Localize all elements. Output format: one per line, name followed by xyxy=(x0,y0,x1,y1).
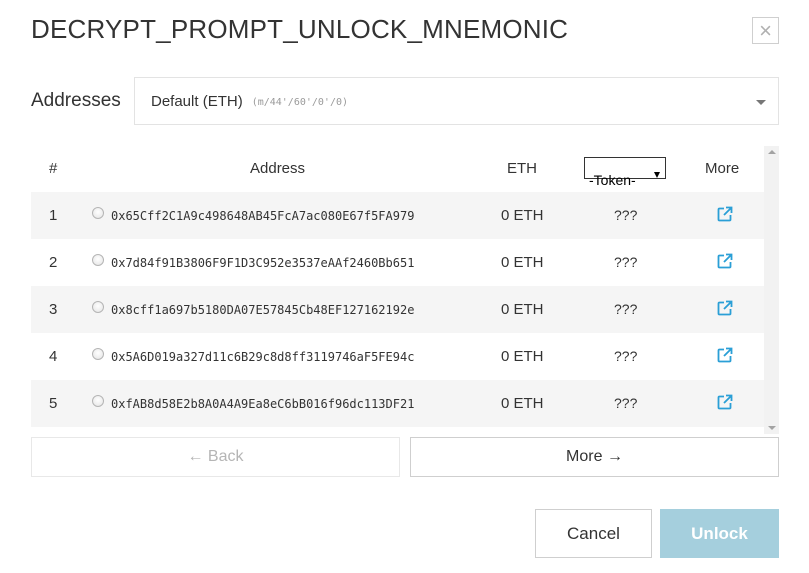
address-table: # Address ETH -Token- More 1 0x65Cff2C1A… xyxy=(31,146,779,434)
addresses-label: Addresses xyxy=(31,90,121,111)
header-more: More xyxy=(705,160,740,177)
scroll-down-icon[interactable] xyxy=(768,426,776,430)
row-number: 5 xyxy=(49,395,58,412)
row-eth-balance: 0 ETH xyxy=(501,301,544,318)
row-address: 0x8cff1a697b5180DA07E57845Cb48EF12716219… xyxy=(111,303,415,317)
path-selected-code: (m/44'/60'/0'/0) xyxy=(251,96,349,108)
header-eth: ETH xyxy=(507,160,537,177)
address-radio[interactable] xyxy=(92,348,104,360)
row-token-balance: ??? xyxy=(614,207,638,223)
header-address: Address xyxy=(250,160,306,177)
chevron-down-icon xyxy=(756,100,766,105)
row-eth-balance: 0 ETH xyxy=(501,395,544,412)
row-token-balance: ??? xyxy=(614,395,638,411)
row-eth-balance: 0 ETH xyxy=(501,254,544,271)
row-eth-balance: 0 ETH xyxy=(501,207,544,224)
close-button[interactable]: × xyxy=(752,17,779,44)
table-header: # Address ETH -Token- More xyxy=(31,146,764,192)
more-button[interactable]: More → xyxy=(410,437,779,477)
row-token-balance: ??? xyxy=(614,254,638,270)
token-select-value: -Token- xyxy=(589,172,636,188)
external-link-icon[interactable] xyxy=(716,252,734,270)
cancel-button[interactable]: Cancel xyxy=(535,509,652,558)
external-link-icon[interactable] xyxy=(716,346,734,364)
modal-title: DECRYPT_PROMPT_UNLOCK_MNEMONIC xyxy=(31,14,569,44)
row-address: 0xfAB8d58E2b8A0A4A9Ea8eC6bB016f96dc113DF… xyxy=(111,397,415,411)
scroll-up-icon[interactable] xyxy=(768,150,776,154)
header-number: # xyxy=(49,160,58,177)
token-select[interactable]: -Token- xyxy=(584,157,666,188)
table-row: 2 0x7d84f91B3806F9F1D3C952e3537eAAf2460B… xyxy=(31,239,764,286)
row-number: 2 xyxy=(49,254,58,271)
derivation-path-select[interactable]: Default (ETH) (m/44'/60'/0'/0) xyxy=(134,77,779,125)
table-row: 4 0x5A6D019a327d11c6B29c8d8ff3119746aF5F… xyxy=(31,333,764,380)
row-token-balance: ??? xyxy=(614,301,638,317)
table-row: 5 0xfAB8d58E2b8A0A4A9Ea8eC6bB016f96dc113… xyxy=(31,380,764,427)
address-radio[interactable] xyxy=(92,395,104,407)
close-icon: × xyxy=(759,17,772,43)
external-link-icon[interactable] xyxy=(716,393,734,411)
select-caret-icon xyxy=(654,172,660,178)
unlock-button[interactable]: Unlock xyxy=(660,509,779,558)
row-token-balance: ??? xyxy=(614,348,638,364)
address-radio[interactable] xyxy=(92,254,104,266)
row-number: 1 xyxy=(49,207,58,224)
row-address: 0x65Cff2C1A9c498648AB45FcA7ac080E67f5FA9… xyxy=(111,209,415,223)
table-scrollbar[interactable] xyxy=(764,146,779,434)
address-radio[interactable] xyxy=(92,207,104,219)
table-row: 1 0x65Cff2C1A9c498648AB45FcA7ac080E67f5F… xyxy=(31,192,764,239)
row-number: 3 xyxy=(49,301,58,318)
row-eth-balance: 0 ETH xyxy=(501,348,544,365)
external-link-icon[interactable] xyxy=(716,299,734,317)
row-address: 0x7d84f91B3806F9F1D3C952e3537eAAf2460Bb6… xyxy=(111,256,415,270)
external-link-icon[interactable] xyxy=(716,205,734,223)
back-button[interactable]: ← Back xyxy=(31,437,400,477)
row-address: 0x5A6D019a327d11c6B29c8d8ff3119746aF5FE9… xyxy=(111,350,415,364)
row-number: 4 xyxy=(49,348,58,365)
path-selected-name: Default (ETH) xyxy=(151,92,243,110)
address-radio[interactable] xyxy=(92,301,104,313)
table-row: 3 0x8cff1a697b5180DA07E57845Cb48EF127162… xyxy=(31,286,764,333)
